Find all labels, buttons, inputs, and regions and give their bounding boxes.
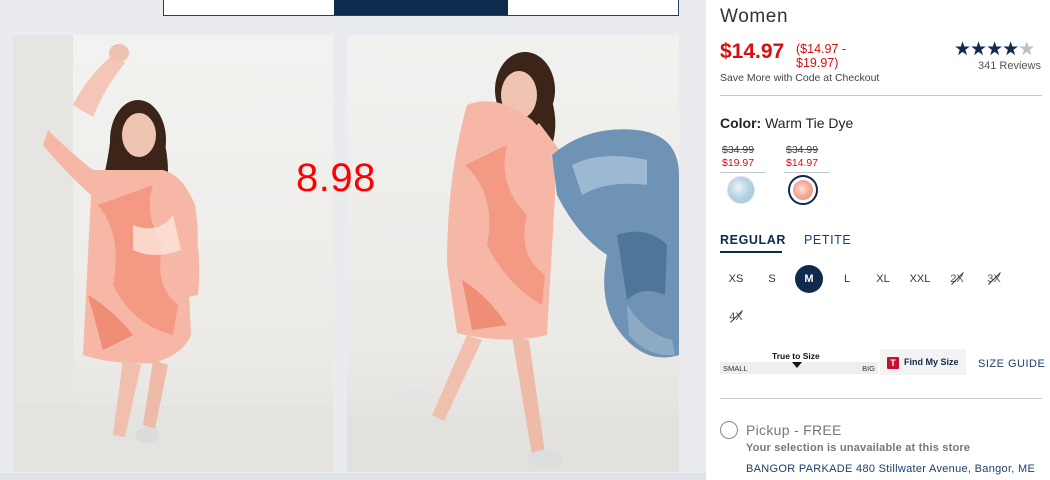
image-carousel-tab-active[interactable]: [334, 0, 508, 15]
find-my-size-label: Find My Size: [904, 357, 959, 367]
tab-active-underline: [720, 251, 782, 253]
star-icon: ★: [970, 39, 987, 60]
color-swatch-blue-tie-dye[interactable]: [727, 176, 755, 204]
size-2x[interactable]: 2X: [943, 265, 971, 293]
swatch-now-price: $19.97: [722, 157, 755, 169]
image-carousel-tabs[interactable]: [163, 0, 679, 16]
store-address-link[interactable]: BANGOR PARKADE 480 Stillwater Avenue, Ba…: [746, 463, 1035, 475]
star-icon: ★: [954, 39, 971, 60]
swatch-now-price: $14.97: [786, 157, 819, 169]
swatch-divider: [720, 172, 766, 173]
divider: [720, 398, 1042, 399]
sale-price: $14.97: [720, 40, 785, 63]
half-star-icon: ★: [1018, 39, 1035, 60]
swatch-price-warm: $34.99 $14.97: [786, 144, 818, 170]
tab-regular[interactable]: REGULAR: [720, 233, 786, 247]
rating-stars[interactable]: ★★★★★: [954, 38, 1035, 61]
selected-color-name: Warm Tie Dye: [765, 115, 854, 131]
size-l[interactable]: L: [833, 265, 861, 293]
fit-meter-title: True to Size: [772, 351, 820, 361]
size-s[interactable]: S: [758, 265, 786, 293]
divider: [720, 95, 1042, 96]
fit-meter-min: SMALL: [723, 364, 748, 373]
price-range: ($14.97 - $19.97): [796, 42, 847, 70]
color-label-prefix: Color:: [720, 115, 762, 131]
reviews-link[interactable]: 341 Reviews: [978, 60, 1041, 72]
size-4x[interactable]: 4X: [722, 303, 750, 331]
pickup-unavailable-message: Your selection is unavailable at this st…: [746, 442, 971, 454]
star-icon: ★: [1002, 39, 1019, 60]
fit-meter: True to Size SMALL BIG: [720, 350, 878, 376]
true-fit-logo-icon: T: [887, 357, 899, 369]
swatch-was-price: $34.99: [722, 144, 755, 156]
tab-petite[interactable]: PETITE: [804, 233, 851, 247]
size-xs[interactable]: XS: [722, 265, 750, 293]
swatch-divider: [784, 172, 830, 173]
swatch-was-price: $34.99: [786, 144, 819, 156]
product-photo-side[interactable]: [347, 35, 679, 472]
pickup-label[interactable]: Pickup - FREE: [746, 422, 842, 438]
size-3x[interactable]: 3X: [980, 265, 1008, 293]
fit-meter-marker-icon: [792, 362, 802, 368]
overlay-price-annotation: 8.98: [296, 156, 376, 200]
product-category: Women: [720, 6, 789, 27]
gallery-bottom-edge: [0, 473, 706, 480]
size-m[interactable]: M: [795, 265, 823, 293]
size-guide-link[interactable]: SIZE GUIDE: [978, 358, 1045, 370]
promo-text: Save More with Code at Checkout: [720, 72, 880, 84]
swatch-fill: [793, 180, 813, 200]
swatch-price-blue: $34.99 $19.97: [722, 144, 754, 170]
product-details-panel: Women $14.97 ($14.97 - $19.97) Save More…: [706, 0, 1050, 480]
fit-meter-max: BIG: [862, 364, 875, 373]
pickup-radio[interactable]: [720, 421, 738, 439]
product-photo-front[interactable]: [13, 35, 333, 472]
color-selection-label: Color: Warm Tie Dye: [720, 115, 853, 131]
find-my-size-button[interactable]: T Find My Size: [880, 349, 966, 375]
size-xxl[interactable]: XXL: [906, 265, 934, 293]
star-icon: ★: [986, 39, 1003, 60]
size-xl[interactable]: XL: [869, 265, 897, 293]
color-swatch-warm-tie-dye[interactable]: [788, 175, 818, 205]
